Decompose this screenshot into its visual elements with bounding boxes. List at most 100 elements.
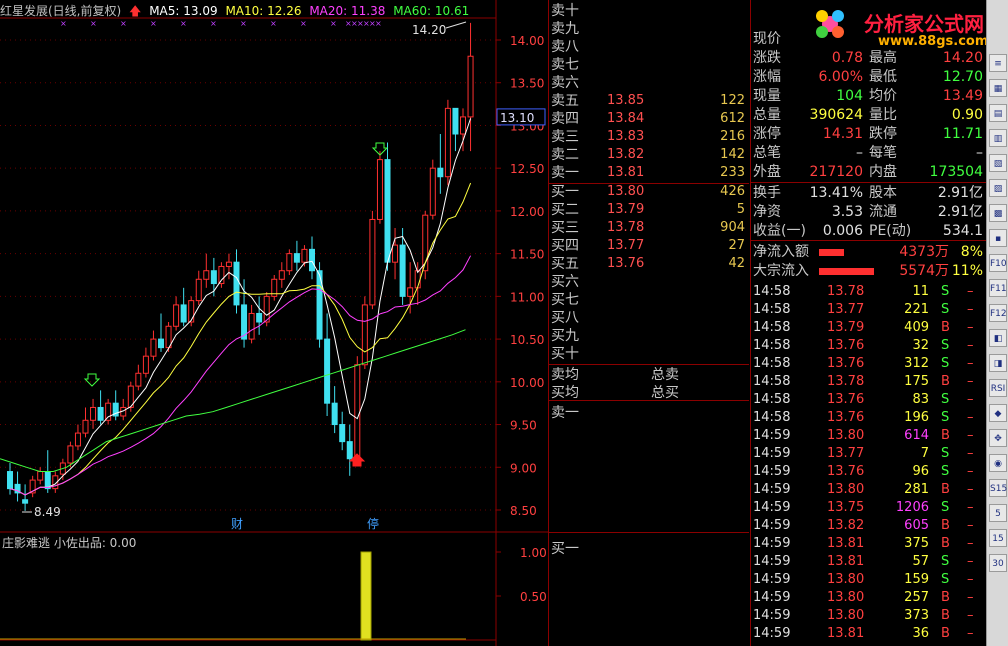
candlesticks[interactable]: [7, 22, 474, 511]
candle-body[interactable]: [293, 253, 300, 263]
toolbar-button[interactable]: 30: [989, 554, 1007, 572]
candle-body[interactable]: [188, 300, 195, 323]
candle-body[interactable]: [301, 248, 308, 263]
candle-body[interactable]: [203, 270, 210, 280]
candle-body[interactable]: [22, 499, 29, 504]
candle-body[interactable]: [346, 441, 353, 460]
bid-level[interactable]: 买七: [549, 291, 749, 309]
candle-body[interactable]: [195, 278, 202, 302]
candle-body[interactable]: [407, 287, 414, 297]
toolbar-button[interactable]: ▧: [989, 154, 1007, 172]
toolbar-button[interactable]: RSI: [989, 379, 1007, 397]
tick-row[interactable]: 14:58 13.77 221 S –: [751, 301, 987, 319]
candle-body[interactable]: [74, 432, 81, 447]
candle-body[interactable]: [135, 372, 142, 387]
candle-body[interactable]: [376, 159, 383, 220]
candle-body[interactable]: [67, 445, 74, 464]
tick-row[interactable]: 14:58 13.76 83 S –: [751, 391, 987, 409]
ask-level[interactable]: 卖六: [549, 74, 749, 92]
ask-level[interactable]: 卖七: [549, 56, 749, 74]
toolbar-button[interactable]: ◨: [989, 354, 1007, 372]
ask-level[interactable]: 卖五 13.85 122: [549, 92, 749, 110]
ask-level[interactable]: 卖三 13.83 216: [549, 128, 749, 146]
ask-level[interactable]: 卖九: [549, 20, 749, 38]
toolbar-button[interactable]: ▦: [989, 79, 1007, 97]
toolbar-button[interactable]: ▪: [989, 229, 1007, 247]
tick-row[interactable]: 14:59 13.80 614 B –: [751, 427, 987, 445]
tick-row[interactable]: 14:58 13.76 32 S –: [751, 337, 987, 355]
candle-body[interactable]: [225, 261, 232, 267]
candle-body[interactable]: [309, 248, 315, 272]
tick-row[interactable]: 14:59 13.81 36 B –: [751, 625, 987, 643]
candle-body[interactable]: [105, 402, 112, 421]
toolbar-button[interactable]: 15: [989, 529, 1007, 547]
candle-body[interactable]: [82, 419, 89, 434]
candle-body[interactable]: [158, 338, 164, 349]
stock-title[interactable]: 红星发展(日线,前复权): [0, 4, 121, 18]
tick-row[interactable]: 14:59 13.80 281 B –: [751, 481, 987, 499]
tick-row[interactable]: 14:58 13.79 409 B –: [751, 319, 987, 337]
toolbar-button[interactable]: ▥: [989, 129, 1007, 147]
candle-body[interactable]: [437, 167, 444, 178]
candle-body[interactable]: [142, 355, 149, 374]
candle-body[interactable]: [90, 406, 97, 421]
candle-body[interactable]: [7, 471, 13, 490]
candle-body[interactable]: [452, 107, 459, 135]
ask-level[interactable]: 卖二 13.82 142: [549, 146, 749, 164]
candle-body[interactable]: [467, 55, 474, 118]
toolbar-button[interactable]: S15: [989, 479, 1007, 497]
tick-row[interactable]: 14:59 13.77 7 S –: [751, 445, 987, 463]
toolbar-button[interactable]: 5: [989, 504, 1007, 522]
bid-level[interactable]: 买八: [549, 309, 749, 327]
tick-row[interactable]: 14:59 13.75 1206 S –: [751, 499, 987, 517]
toolbar-button[interactable]: ◆: [989, 404, 1007, 422]
candle-body[interactable]: [256, 312, 263, 323]
tick-row[interactable]: 14:58 13.78 175 B –: [751, 373, 987, 391]
candle-body[interactable]: [369, 218, 376, 306]
candle-body[interactable]: [180, 304, 187, 323]
ask-level[interactable]: 卖四 13.84 612: [549, 110, 749, 128]
candle-body[interactable]: [278, 270, 285, 280]
tick-row[interactable]: 14:59 13.80 373 B –: [751, 607, 987, 625]
toolbar-button[interactable]: ▤: [989, 104, 1007, 122]
candle-body[interactable]: [429, 167, 436, 216]
candle-body[interactable]: [339, 424, 346, 443]
candle-body[interactable]: [233, 261, 240, 306]
bid-level[interactable]: 买一 13.80 426: [549, 183, 749, 201]
toolbar-button[interactable]: ≡: [989, 54, 1007, 72]
candle-body[interactable]: [384, 159, 391, 263]
candle-body[interactable]: [392, 244, 399, 263]
candle-body[interactable]: [150, 338, 157, 357]
candle-body[interactable]: [286, 253, 293, 272]
toolbar-button[interactable]: ✥: [989, 429, 1007, 447]
ask-level[interactable]: 卖十: [549, 2, 749, 20]
bid-level[interactable]: 买九: [549, 327, 749, 345]
tick-row[interactable]: 14:59 13.81 375 B –: [751, 535, 987, 553]
signal-bar[interactable]: [360, 551, 372, 641]
tick-row[interactable]: 14:58 13.78 11 S –: [751, 283, 987, 301]
toolbar-button[interactable]: ◉: [989, 454, 1007, 472]
toolbar-button[interactable]: F12: [989, 304, 1007, 322]
ask-level[interactable]: 卖一 13.81 233: [549, 164, 749, 182]
candle-body[interactable]: [324, 338, 331, 404]
bid-level[interactable]: 买五 13.76 42: [549, 255, 749, 273]
bid-level[interactable]: 买二 13.79 5: [549, 201, 749, 219]
ask-level[interactable]: 卖八: [549, 38, 749, 56]
toolbar-button[interactable]: F11: [989, 279, 1007, 297]
tick-row[interactable]: 14:58 13.76 312 S –: [751, 355, 987, 373]
tick-row[interactable]: 14:59 13.82 605 B –: [751, 517, 987, 535]
candle-body[interactable]: [331, 402, 338, 426]
toolbar-button[interactable]: F10: [989, 254, 1007, 272]
bid-level[interactable]: 买六: [549, 273, 749, 291]
candle-body[interactable]: [248, 312, 255, 340]
candle-body[interactable]: [354, 364, 361, 460]
tick-row[interactable]: 14:58 13.76 196 S –: [751, 409, 987, 427]
toolbar-button[interactable]: ▩: [989, 204, 1007, 222]
toolbar-button[interactable]: ▨: [989, 179, 1007, 197]
bid-level[interactable]: 买十: [549, 345, 749, 363]
candle-body[interactable]: [97, 406, 104, 421]
bid-level[interactable]: 买四 13.77 27: [549, 237, 749, 255]
bid-level[interactable]: 买三 13.78 904: [549, 219, 749, 237]
tick-row[interactable]: 14:59 13.81 57 S –: [751, 553, 987, 571]
tick-row[interactable]: 14:59 13.80 257 B –: [751, 589, 987, 607]
